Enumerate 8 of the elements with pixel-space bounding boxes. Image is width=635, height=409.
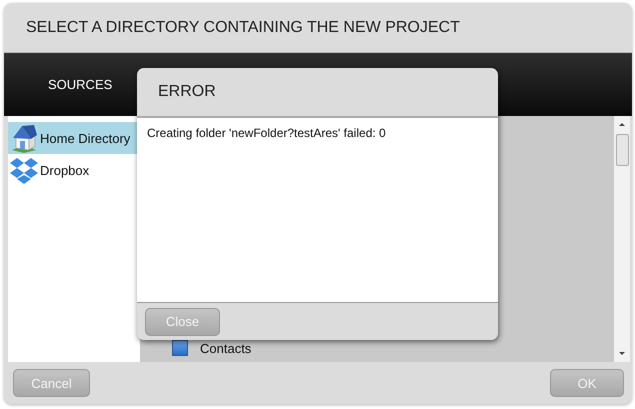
- scrollbar[interactable]: [614, 116, 630, 362]
- dropbox-icon: [9, 155, 39, 185]
- source-item[interactable]: Home Directory: [8, 122, 140, 154]
- folder-item[interactable]: Contacts: [140, 340, 614, 356]
- source-item[interactable]: Dropbox: [8, 154, 140, 186]
- error-message: Creating folder 'newFolder?testAres' failed: 0: [147, 126, 386, 140]
- folder-icon: [172, 340, 188, 356]
- sources-heading: SOURCES: [48, 77, 112, 92]
